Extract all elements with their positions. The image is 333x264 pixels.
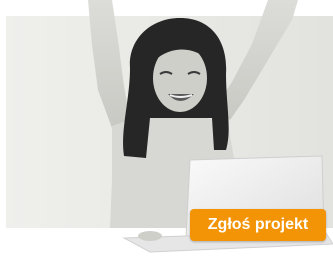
promo-banner: Zgłoś projekt — [0, 0, 333, 264]
submit-project-button[interactable]: Zgłoś projekt — [190, 209, 326, 241]
left-hand — [138, 231, 162, 241]
